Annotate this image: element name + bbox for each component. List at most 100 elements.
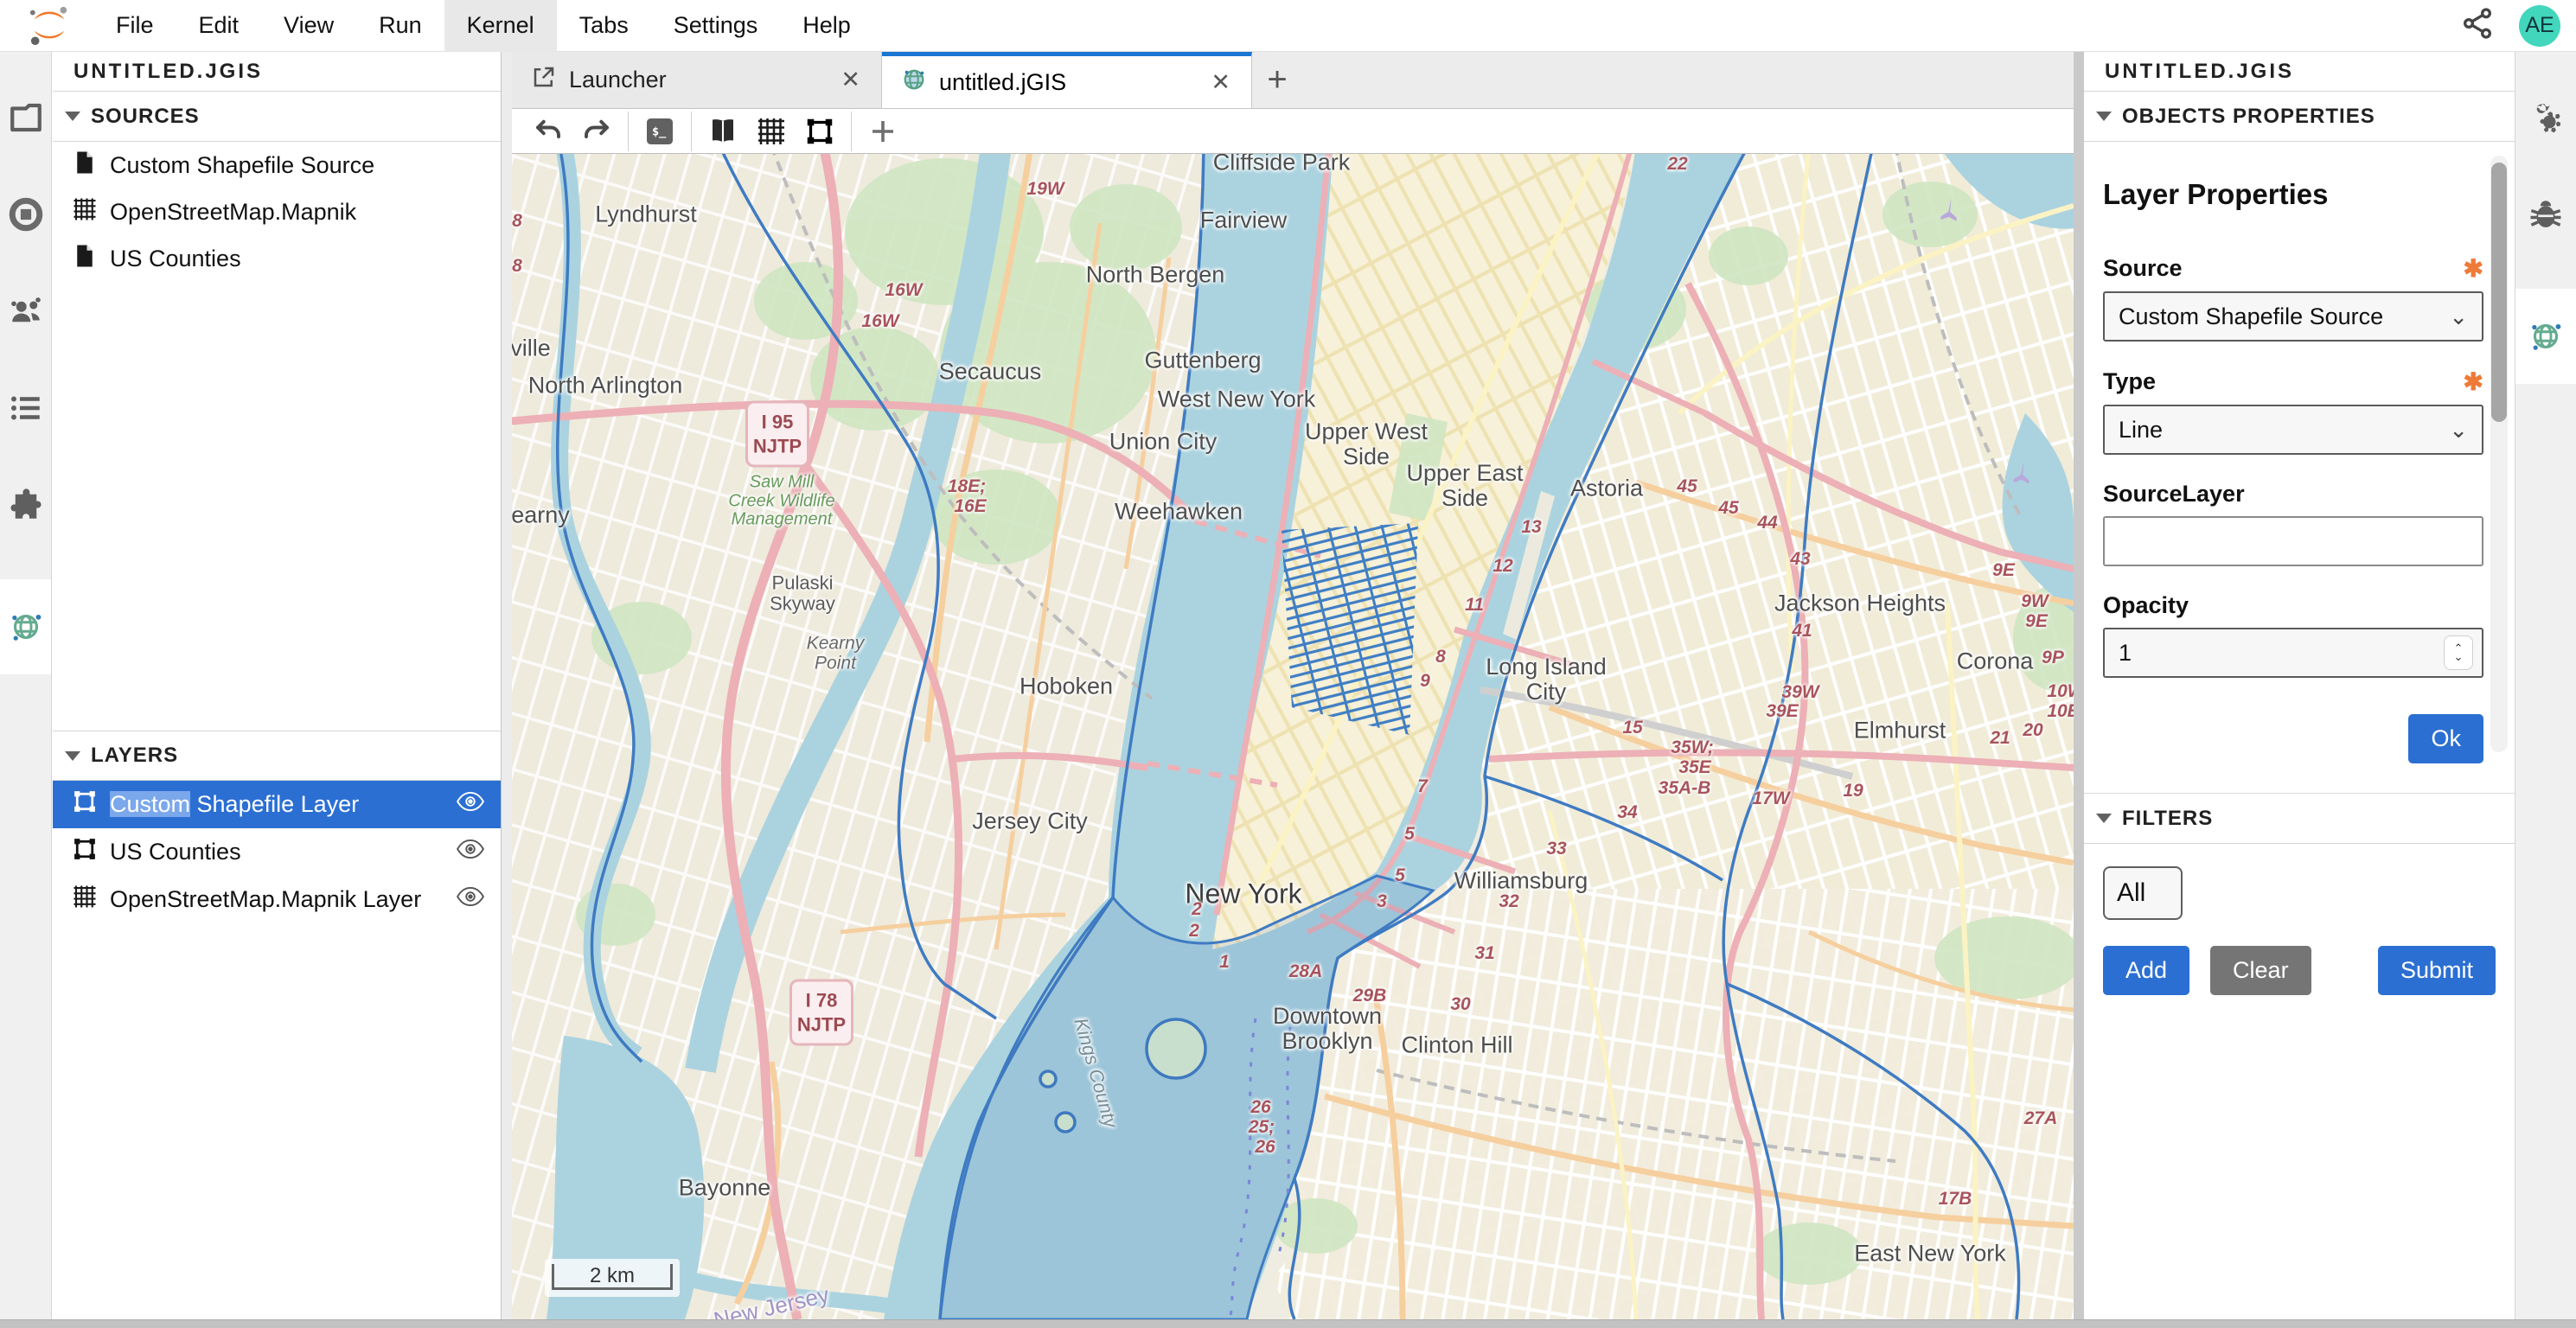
activity-stop-circle-icon[interactable]: [0, 183, 51, 246]
sources-section-header[interactable]: SOURCES: [53, 92, 501, 142]
activity-list-icon[interactable]: [0, 377, 51, 439]
activity-users-icon[interactable]: [0, 280, 51, 342]
menu-kernel[interactable]: Kernel: [444, 0, 557, 52]
menu-view[interactable]: View: [261, 0, 356, 52]
tab-label: untitled.jGIS: [939, 69, 1193, 96]
menu-run[interactable]: Run: [356, 0, 444, 52]
source-label: Custom Shapefile Source: [110, 152, 374, 179]
caret-down-icon: [65, 112, 80, 121]
add-layer-button[interactable]: [859, 112, 907, 151]
road-number-label: 16W: [885, 280, 922, 301]
sources-list: Custom Shapefile Source OpenStreetMap.Map…: [53, 142, 501, 282]
right-activity-bar: [2515, 52, 2576, 1319]
menu-help[interactable]: Help: [780, 0, 873, 52]
tab-launcher[interactable]: Launcher✕: [512, 52, 882, 108]
road-number-label: 32: [1499, 891, 1518, 912]
field-label-opacity: Opacity: [2103, 592, 2189, 619]
source-item[interactable]: US Counties: [53, 235, 501, 282]
map-place-label: North Bergen: [1086, 262, 1225, 287]
map-canvas[interactable]: LyndhurstevilleNorth ArlingtonKearnySeca…: [512, 154, 2074, 1319]
basemap-button[interactable]: [699, 112, 747, 151]
caret-down-icon: [2096, 814, 2112, 823]
menu-settings[interactable]: Settings: [651, 0, 781, 52]
panel-splitter-right[interactable]: [2074, 52, 2084, 1319]
map-place-label: Guttenberg: [1144, 348, 1261, 373]
number-stepper[interactable]: ⌃⌄: [2444, 635, 2473, 670]
road-number-label: 17W: [1752, 788, 1789, 809]
jgis-globe-icon: [901, 67, 927, 99]
type-select[interactable]: Line⌄: [2103, 405, 2483, 455]
source-select[interactable]: Custom Shapefile Source⌄: [2103, 291, 2483, 342]
layer-item[interactable]: OpenStreetMap.Mapnik Layer: [53, 876, 501, 923]
jupyter-logo-icon: [24, 5, 74, 47]
eye-icon[interactable]: [456, 791, 485, 818]
new-tab-button[interactable]: +: [1252, 52, 1302, 108]
tab-untitled-jgis[interactable]: untitled.jGIS ✕: [882, 52, 1252, 108]
svg-text:$_: $_: [652, 124, 667, 138]
filter-all-select[interactable]: All: [2103, 866, 2183, 920]
avatar[interactable]: AE: [2519, 5, 2560, 47]
source-item[interactable]: Custom Shapefile Source: [53, 142, 501, 188]
menu-file[interactable]: File: [93, 0, 176, 52]
share-icon[interactable]: [2460, 6, 2495, 45]
road-number-label: 26: [1255, 1137, 1275, 1158]
caret-down-icon: [65, 751, 80, 761]
road-number-label: 33: [1546, 839, 1566, 859]
eye-icon[interactable]: [456, 886, 485, 913]
objects-properties-header[interactable]: OBJECTS PROPERTIES: [2084, 92, 2515, 142]
filters-header[interactable]: FILTERS: [2084, 794, 2515, 844]
map-place-label: Elmhurst: [1854, 718, 1946, 743]
field-value: Line: [2119, 417, 2163, 444]
clear-filter-button[interactable]: Clear: [2210, 946, 2311, 995]
map-labels: LyndhurstevilleNorth ArlingtonKearnySeca…: [512, 154, 2074, 1319]
properties-scrollbar[interactable]: [2490, 156, 2508, 752]
layer-label: OpenStreetMap.Mapnik Layer: [110, 886, 444, 913]
field-label-sourcelayer: SourceLayer: [2103, 481, 2245, 508]
activity-globe-icon[interactable]: [0, 579, 51, 674]
close-icon[interactable]: ✕: [835, 67, 866, 93]
road-number-label: 16W: [861, 311, 898, 332]
console-button[interactable]: $_: [636, 112, 684, 151]
eye-icon[interactable]: [456, 839, 485, 865]
road-number-label: 13: [1521, 517, 1541, 538]
redo-button[interactable]: [572, 112, 621, 151]
vector-icon: [72, 788, 98, 820]
activity-globe-icon[interactable]: [2515, 289, 2576, 384]
road-number-label: 5: [1395, 865, 1405, 886]
vector-layer-button[interactable]: [796, 112, 844, 151]
layer-item[interactable]: Custom Shapefile Layer: [53, 781, 501, 828]
map-place-label: Astoria: [1570, 476, 1643, 501]
undo-button[interactable]: [524, 112, 572, 151]
required-asterisk: ✱: [2464, 254, 2483, 283]
highway-shield: I 95 NJTP: [745, 401, 809, 468]
layer-item[interactable]: US Counties: [53, 828, 501, 876]
right-side-panel: UNTITLED.JGIS OBJECTS PROPERTIES Layer P…: [2084, 52, 2515, 1319]
raster-layer-button[interactable]: [747, 112, 796, 151]
activity-gears-icon[interactable]: [2515, 86, 2576, 149]
submit-filter-button[interactable]: Submit: [2378, 946, 2496, 995]
activity-folder-icon[interactable]: [0, 86, 51, 149]
source-item[interactable]: OpenStreetMap.Mapnik: [53, 188, 501, 235]
map-place-label: Lyndhurst: [595, 201, 697, 227]
road-number-label: 16E: [954, 496, 986, 517]
close-icon[interactable]: ✕: [1205, 69, 1236, 96]
add-filter-button[interactable]: Add: [2103, 946, 2189, 995]
map-place-label: New York: [1185, 879, 1301, 910]
menu-edit[interactable]: Edit: [176, 0, 262, 52]
opacity-input[interactable]: 1⌃⌄: [2103, 628, 2483, 678]
layers-section-header[interactable]: LAYERS: [53, 731, 501, 781]
map-place-label: Kings County: [1071, 1016, 1122, 1130]
menu-bar-items: FileEditViewRunKernelTabsSettingsHelp: [93, 0, 873, 52]
road-number-label: 45: [1677, 476, 1697, 497]
sourcelayer-input[interactable]: [2103, 516, 2483, 566]
scrollbar-thumb[interactable]: [2491, 163, 2507, 422]
map-place-label: East New York: [1854, 1241, 2006, 1266]
road-number-label: 17B: [1939, 1189, 1972, 1210]
map-place-label: Union City: [1109, 429, 1218, 454]
activity-bug-icon[interactable]: [2515, 183, 2576, 246]
map-place-label: Upper East Side: [1406, 461, 1523, 511]
menu-tabs[interactable]: Tabs: [557, 0, 651, 52]
ok-button[interactable]: Ok: [2408, 714, 2483, 763]
panel-splitter-left[interactable]: [502, 52, 512, 1319]
activity-puzzle-icon[interactable]: [0, 474, 51, 536]
